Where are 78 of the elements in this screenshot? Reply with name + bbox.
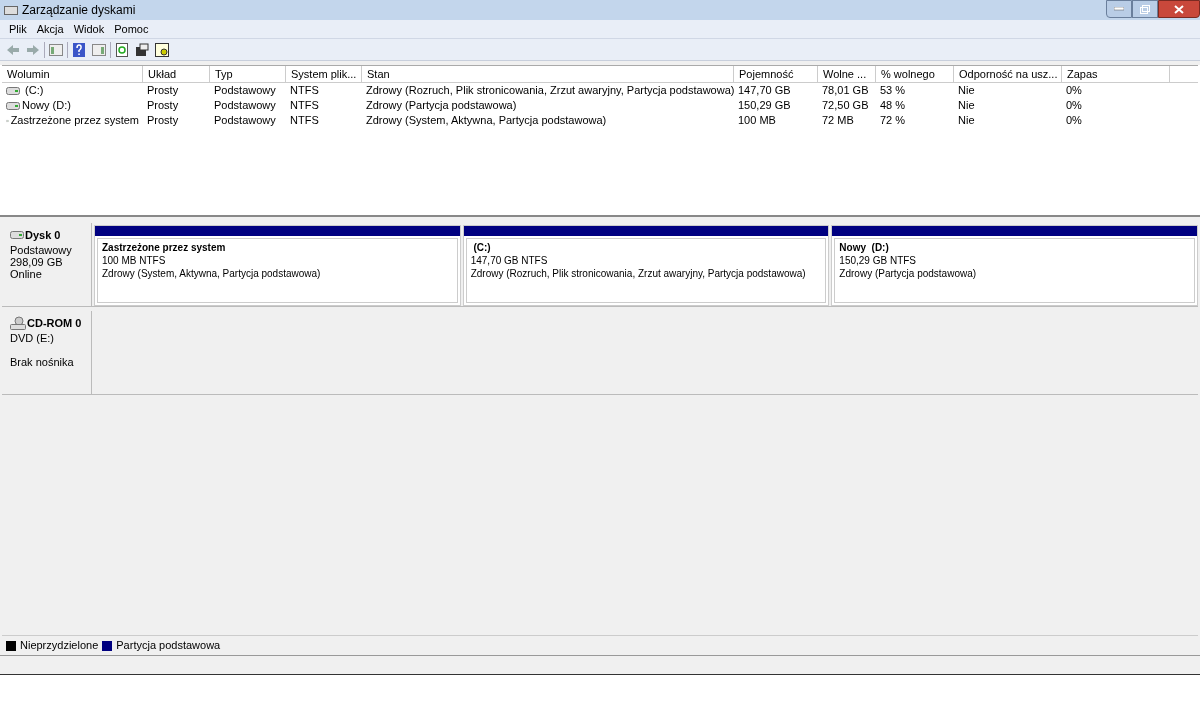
- partition-block[interactable]: Nowy (D:) 150,29 GB NTFS Zdrowy (Partycja podstawowa): [831, 225, 1198, 306]
- disk-name: Dysk 0: [25, 228, 61, 243]
- table-cell-text: 100 MB: [738, 113, 776, 129]
- table-cell-text: 150,29 GB: [738, 98, 791, 114]
- table-cell-text: Podstawowy: [214, 98, 276, 114]
- close-button[interactable]: [1158, 0, 1200, 18]
- partition-name: Zastrzeżone przez system: [102, 241, 227, 254]
- legend-label: Partycja podstawowa: [116, 638, 221, 654]
- column-header[interactable]: Odporność na usz...: [954, 66, 1062, 82]
- help-icon[interactable]: [70, 40, 88, 59]
- disk-detail: Online: [10, 267, 42, 280]
- partition-status: Zdrowy (Rozruch, Plik stronicowania, Zrzut awaryjny, Partycja podstawowa): [470, 267, 807, 280]
- table-cell-text: NTFS: [290, 83, 319, 99]
- table-cell-text: Zdrowy (System, Aktywna, Partycja podstawowa): [366, 113, 607, 129]
- partition-status: Zdrowy (System, Aktywna, Partycja podstawowa): [102, 267, 322, 280]
- table-cell-text: Zdrowy (Rozruch, Plik stronicowania, Zrzut awaryjny, Partycja podstawowa): [366, 83, 735, 99]
- partition-block[interactable]: Zastrzeżone przez system 100 MB NTFS Zdrowy (System, Aktywna, Partycja podstawowa): [94, 225, 461, 306]
- restore-icon: [1140, 4, 1150, 14]
- table-cell-text: 72 %: [880, 113, 906, 129]
- table-cell-text: 72 MB: [822, 113, 854, 129]
- disk-detail: Podstawowy: [10, 243, 72, 256]
- table-cell-text: Prosty: [147, 113, 179, 129]
- menu-item[interactable]: Plik: [4, 20, 32, 38]
- maximize-button[interactable]: [1132, 0, 1158, 18]
- partition-name: (C:): [472, 241, 492, 254]
- table-cell-text: 0%: [1066, 98, 1082, 114]
- legend-label: Nieprzydzielone: [20, 638, 99, 654]
- table-cell-text: Nie: [958, 98, 975, 114]
- table-cell-text: 78,01 GB: [822, 83, 869, 99]
- column-header[interactable]: Typ: [210, 66, 286, 82]
- refresh-icon[interactable]: [113, 40, 131, 59]
- partition-size: 147,70 GB NTFS: [470, 254, 549, 267]
- menu-item[interactable]: Akcja: [31, 20, 69, 38]
- table-cell-text: 147,70 GB: [738, 83, 791, 99]
- table-cell-text: 53 %: [880, 83, 906, 99]
- table-cell-text: 48 %: [880, 98, 906, 114]
- table-cell-text: Prosty: [147, 83, 179, 99]
- disk-detail: Brak nośnika: [10, 355, 74, 368]
- disk-detail: 298,09 GB: [10, 255, 63, 268]
- table-cell-text: 72,50 GB: [822, 98, 869, 114]
- table-cell-text: Nie: [958, 83, 975, 99]
- column-header[interactable]: Stan: [362, 66, 734, 82]
- table-cell-text: Zastrzeżone przez system: [10, 113, 139, 129]
- app-icon: [4, 4, 18, 16]
- partition-name: Nowy (D:): [839, 241, 890, 254]
- column-header[interactable]: Zapas: [1062, 66, 1170, 82]
- disk-name: CD-ROM 0: [27, 316, 82, 331]
- table-cell-text: Zdrowy (Partycja podstawowa): [366, 98, 517, 114]
- menu-item[interactable]: Pomoc: [109, 20, 154, 38]
- column-header[interactable]: System plik...: [286, 66, 362, 82]
- table-cell-text: (C:): [24, 83, 44, 99]
- table-cell-text: NTFS: [290, 98, 319, 114]
- partition-status: Zdrowy (Partycja podstawowa): [839, 267, 978, 280]
- column-header[interactable]: Pojemność: [734, 66, 818, 82]
- window-title: Zarządzanie dyskami: [22, 2, 136, 19]
- partition-size: 150,29 GB NTFS: [839, 254, 918, 267]
- minimize-button[interactable]: [1106, 0, 1132, 18]
- column-header[interactable]: Wolne ...: [818, 66, 876, 82]
- table-cell-text: Prosty: [147, 98, 179, 114]
- table-cell-text: 0%: [1066, 113, 1082, 129]
- table-cell-text: NTFS: [290, 113, 319, 129]
- table-cell-text: Nowy (D:): [22, 98, 71, 114]
- settings-icon[interactable]: [153, 40, 171, 59]
- table-cell-text: Nie: [958, 113, 975, 129]
- minimize-icon: [1114, 7, 1124, 11]
- column-header[interactable]: Wolumin: [2, 66, 143, 82]
- table-cell-text: Podstawowy: [214, 113, 276, 129]
- column-header[interactable]: % wolnego: [876, 66, 954, 82]
- partition-size: 100 MB NTFS: [102, 254, 167, 267]
- menu-item[interactable]: Widok: [68, 20, 110, 38]
- column-header[interactable]: Układ: [143, 66, 210, 82]
- close-icon: [1174, 4, 1184, 14]
- table-cell-text: 0%: [1066, 83, 1082, 99]
- properties-icon[interactable]: [133, 40, 151, 59]
- cd-drive-icon: [10, 316, 26, 331]
- partition-block[interactable]: (C:) 147,70 GB NTFS Zdrowy (Rozruch, Plik stronicowania, Zrzut awaryjny, Partycja podstawowa): [462, 225, 830, 306]
- table-cell-text: Podstawowy: [214, 83, 276, 99]
- disk-detail: DVD (E:): [10, 331, 54, 344]
